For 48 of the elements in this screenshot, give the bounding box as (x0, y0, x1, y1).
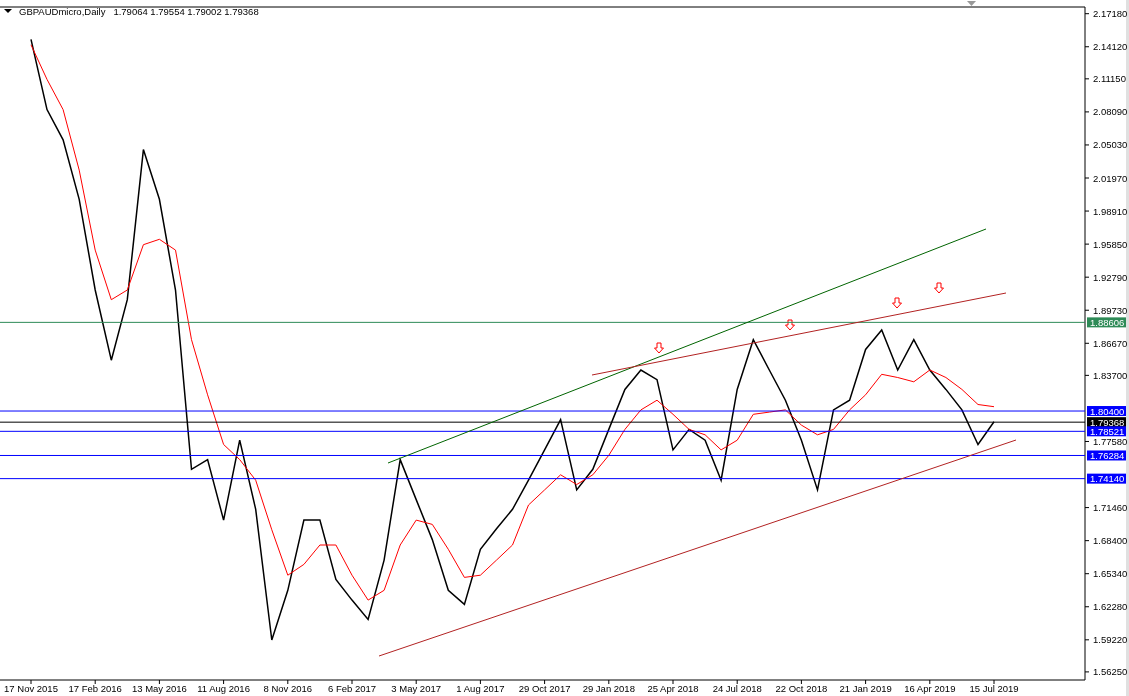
axis-label: 29 Oct 2017 (518, 683, 571, 694)
down-arrow-icon (934, 282, 944, 294)
axis-label: 1.65340 (1093, 568, 1128, 580)
axis-label: 2.08090 (1093, 106, 1128, 118)
axis-label: 3 May 2017 (391, 683, 442, 694)
axis-label: 16 Apr 2019 (904, 683, 956, 694)
axis-label: 29 Jan 2018 (582, 683, 635, 694)
price-label: 1.78521 (1087, 425, 1126, 437)
ohlc-values: 1.79064 1.79554 1.79002 1.79368 (113, 6, 259, 17)
axis-label: 1.95850 (1093, 238, 1128, 250)
dropdown-icon[interactable] (4, 9, 12, 13)
axis-label: 1 Aug 2017 (456, 683, 505, 694)
down-arrow-icon (785, 319, 795, 331)
price-label: 1.88606 (1087, 316, 1126, 328)
axis-label: 2.14120 (1093, 41, 1128, 53)
axis-label: 2.01970 (1093, 172, 1128, 184)
axis-label: 1.98910 (1093, 205, 1128, 217)
axis-label: 8 Nov 2016 (263, 683, 313, 694)
axis-label: 1.71460 (1093, 502, 1128, 514)
axis-label: 1.89730 (1093, 304, 1128, 316)
axis-label: 2.17180 (1093, 8, 1128, 20)
price-label: 1.76284 (1087, 450, 1126, 461)
triangle-icon[interactable] (967, 1, 976, 6)
axis-label: 2.11150 (1093, 73, 1126, 85)
axis-label: 13 May 2016 (131, 683, 187, 694)
axis-label: 2.05030 (1093, 139, 1128, 151)
axis-label: 22 Oct 2018 (775, 683, 828, 694)
axis-label: 1.83700 (1093, 369, 1128, 381)
price-label: 1.74140 (1087, 473, 1126, 485)
axis-label: 11 Aug 2016 (197, 683, 250, 694)
axis-label: 25 Apr 2018 (647, 683, 699, 694)
axis-label: 15 Jul 2019 (969, 683, 1019, 694)
down-arrow-icon (892, 297, 902, 309)
axis-label: 17 Feb 2016 (68, 683, 122, 694)
axis-label: 1.56250 (1093, 666, 1128, 678)
axis-label: 1.68400 (1093, 535, 1128, 547)
axis-label: 6 Feb 2017 (327, 683, 377, 694)
axis-label: 21 Jan 2019 (839, 683, 892, 694)
axis-label: 1.59220 (1093, 634, 1128, 646)
down-arrow-icon (654, 342, 664, 354)
axis-label: 1.77580 (1093, 436, 1128, 447)
price-label: 1.80400 (1087, 405, 1126, 417)
axis-label: 1.92790 (1093, 271, 1128, 283)
axis-label: 17 Nov 2015 (4, 683, 58, 694)
axis-label: 1.86670 (1093, 337, 1128, 349)
axis-label: 24 Jul 2018 (712, 683, 762, 694)
chart-title: GBPAUDmicro,Daily (19, 6, 106, 17)
axis-label: 1.62280 (1093, 601, 1128, 613)
